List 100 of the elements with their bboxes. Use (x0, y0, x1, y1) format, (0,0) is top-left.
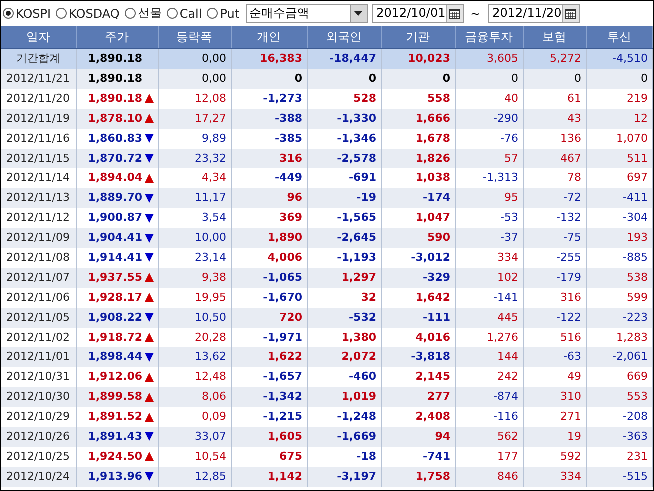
market-radio[interactable]: 선물 (124, 5, 162, 22)
table-cell: 193 (586, 228, 652, 248)
table-cell: 538 (586, 268, 652, 288)
table-cell: 310 (523, 387, 586, 408)
table-cell: -2,578 (307, 148, 381, 168)
table-cell: 1,666 (381, 108, 455, 129)
date-field[interactable]: 2012/10/01 (372, 4, 464, 23)
table-cell: -1,346 (307, 128, 381, 149)
change-cell: 13,62 (158, 347, 231, 368)
table-cell: 2,072 (307, 347, 381, 368)
table-cell: -691 (307, 168, 381, 188)
table-cell: -1,971 (231, 328, 307, 348)
table-cell: 32 (307, 288, 381, 308)
table-cell: 5,272 (523, 48, 586, 69)
down-triangle-icon (144, 194, 154, 203)
change-cell: 0,00 (158, 48, 231, 69)
change-cell: 12,48 (158, 367, 231, 388)
market-radio[interactable]: Call (166, 6, 202, 20)
table-cell: 1,380 (307, 328, 381, 348)
up-triangle-icon (144, 333, 154, 342)
table-cell: -1,330 (307, 108, 381, 129)
table-cell: -2,645 (307, 228, 381, 248)
table-cell: 1,642 (381, 288, 455, 308)
down-triangle-icon (144, 253, 154, 262)
table-cell: 0 (586, 69, 652, 89)
table-cell: -449 (231, 168, 307, 188)
price-cell-text: 1,913.96 (88, 468, 142, 485)
change-cell: 11,17 (158, 188, 231, 208)
price-cell-text: 1,870.72 (88, 150, 142, 166)
table-cell: 242 (455, 367, 523, 388)
table-cell: -18,447 (307, 48, 381, 69)
calendar-icon (449, 8, 460, 18)
table-cell: -116 (455, 407, 523, 428)
price-cell-text: 1,900.87 (88, 210, 142, 226)
table-cell: 10,023 (381, 48, 455, 69)
up-triangle-icon (144, 392, 154, 402)
market-radio[interactable]: KOSDAQ (56, 6, 120, 20)
change-cell: 10,54 (158, 446, 231, 467)
table-cell: 177 (455, 446, 523, 467)
table-cell: -1,657 (231, 367, 307, 388)
table-cell: -75 (523, 228, 586, 248)
table-cell: -3,818 (381, 347, 455, 368)
table-cell: -1,215 (231, 407, 307, 428)
date-cell: 2012/11/08 (1, 248, 76, 268)
date-cell: 2012/10/26 (1, 427, 76, 447)
table-cell: 57 (455, 148, 523, 168)
table-cell: 558 (381, 88, 455, 109)
table-cell: 528 (307, 88, 381, 109)
price-cell-text: 1,891.52 (88, 409, 142, 426)
change-cell: 33,07 (158, 427, 231, 447)
table-cell: -1,193 (307, 248, 381, 268)
calendar-button[interactable] (562, 5, 579, 22)
table-cell: 511 (586, 148, 652, 168)
date-cell: 2012/11/09 (1, 228, 76, 248)
table-cell: 720 (231, 308, 307, 328)
table-cell: -223 (586, 308, 652, 328)
table-cell: 316 (523, 288, 586, 308)
table-cell: -290 (455, 108, 523, 129)
table-cell: -1,669 (307, 427, 381, 447)
up-triangle-icon (144, 273, 154, 282)
date-field[interactable]: 2012/11/20 (488, 4, 580, 23)
table-cell: -63 (523, 347, 586, 368)
table-cell: -1,670 (231, 288, 307, 308)
table-cell: 369 (231, 208, 307, 228)
table-cell: 1,622 (231, 347, 307, 368)
column-header: 주가 (76, 26, 158, 48)
table-cell: -208 (586, 407, 652, 428)
up-triangle-icon (144, 114, 154, 124)
total-label: 기간합계 (1, 48, 76, 69)
price-cell-text: 1,912.06 (88, 369, 142, 386)
price-cell-text: 1,904.41 (88, 230, 142, 246)
column-header: 등락폭 (158, 26, 231, 48)
column-header: 기관 (381, 26, 455, 48)
price-cell-text: 1,918.72 (88, 330, 142, 346)
table-cell: 697 (586, 168, 652, 188)
table-cell: 95 (455, 188, 523, 208)
table-cell: 675 (231, 446, 307, 467)
table-cell: 669 (586, 367, 652, 388)
table-cell: 1,142 (231, 466, 307, 487)
market-radio[interactable]: Put (207, 6, 240, 20)
table-cell: -3,012 (381, 248, 455, 268)
table-cell: -179 (523, 268, 586, 288)
market-radio[interactable]: KOSPI (3, 6, 52, 20)
table-cell: 1,276 (455, 328, 523, 348)
table-cell: -72 (523, 188, 586, 208)
price-cell-text: 1,890.18 (88, 51, 142, 67)
change-cell: 3,54 (158, 208, 231, 228)
table-cell: 1,605 (231, 427, 307, 447)
table-cell: 1,047 (381, 208, 455, 228)
down-triangle-icon (144, 234, 154, 243)
table-cell: -4,510 (586, 48, 652, 69)
price-cell-text: 1,898.44 (88, 349, 142, 366)
table-cell: 1,070 (586, 128, 652, 149)
date-cell: 2012/11/20 (1, 88, 76, 109)
price-cell-text: 1,878.10 (88, 110, 142, 127)
calendar-button[interactable] (446, 5, 463, 22)
table-cell: -18 (307, 446, 381, 467)
metric-dropdown[interactable]: 순매수금액 (246, 4, 368, 23)
table-cell: 78 (523, 168, 586, 188)
date-cell: 2012/11/07 (1, 268, 76, 288)
